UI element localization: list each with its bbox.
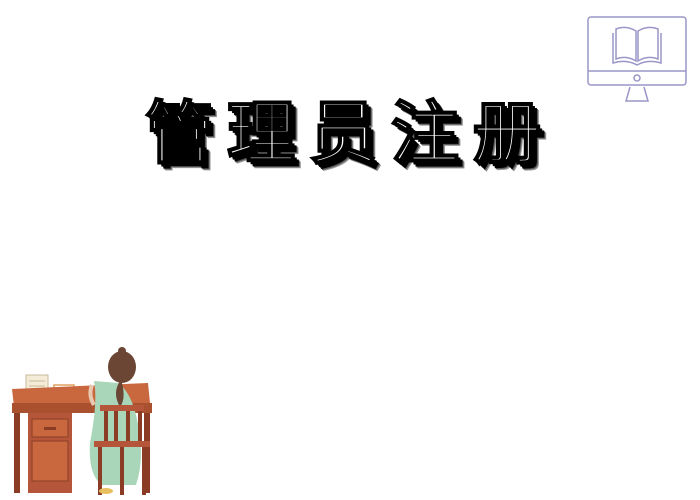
monitor-book-icon — [587, 16, 687, 102]
person-at-desk-illustration — [12, 347, 152, 495]
